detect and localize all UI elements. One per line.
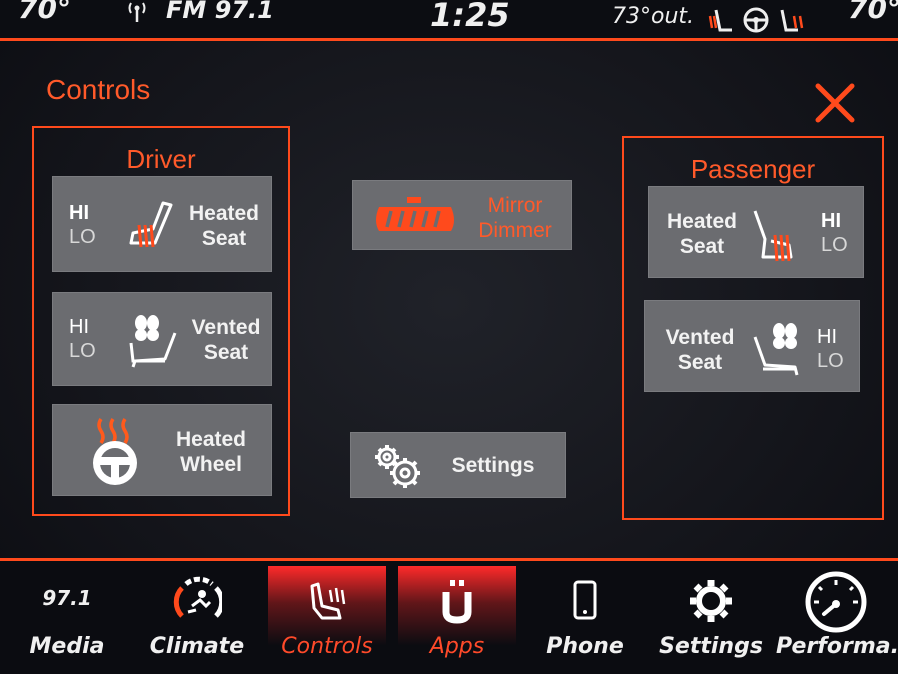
nav-label: Climate	[149, 634, 245, 659]
level-lo: LO	[69, 226, 96, 248]
passenger-title: Passenger	[690, 154, 816, 184]
label-line-2: Seat	[203, 341, 249, 364]
label-line-1: Heated	[175, 428, 247, 451]
nav-apps[interactable]: Apps	[398, 566, 516, 672]
level-lo: LO	[817, 350, 844, 372]
level-lo: LO	[69, 340, 96, 362]
heated-wheel-button[interactable]: Heated Wheel	[52, 404, 272, 496]
page-title: Controls	[46, 74, 151, 105]
driver-title: Driver	[126, 144, 196, 174]
outside-temp: 73°out.	[612, 4, 695, 29]
gear-icon	[690, 580, 732, 622]
label-line-2: Wheel	[180, 453, 242, 476]
vented-seat-icon	[129, 315, 177, 368]
label-line-2: Seat	[679, 235, 725, 258]
label-line-1: Mirror	[487, 194, 543, 217]
driver-temp-readout[interactable]: 70°	[18, 0, 71, 25]
gauge-icon	[805, 571, 867, 633]
controls-settings-button[interactable]: Settings	[350, 432, 566, 498]
heated-seat-icon	[129, 201, 173, 248]
nav-climate[interactable]: Climate	[138, 566, 256, 672]
close-icon[interactable]	[814, 82, 856, 124]
heated-seat-status-icon	[708, 9, 732, 32]
label-line-1: Vented	[665, 326, 735, 349]
passenger-vented-seat-button[interactable]: Vented Seat HI LO	[644, 300, 860, 392]
mirror-dimmer-button[interactable]: Mirror Dimmer	[352, 180, 572, 250]
clock: 1:25	[430, 0, 510, 34]
label-line-2: Seat	[677, 351, 723, 374]
radio-station: FM 97.1	[166, 0, 274, 24]
label-line-2: Dimmer	[478, 219, 552, 242]
label-line-1: Vented	[191, 316, 261, 339]
nav-label: Controls	[281, 634, 373, 659]
nav-divider	[0, 558, 898, 561]
passenger-heated-seat-status-icon	[780, 9, 804, 32]
nav-label: Media	[29, 634, 105, 659]
status-divider	[0, 38, 898, 41]
mirror-dimmer-icon	[376, 197, 454, 231]
nav-settings[interactable]: Settings	[652, 566, 770, 672]
passenger-temp-readout[interactable]: 70°	[848, 0, 898, 25]
seat-controls-icon	[310, 582, 346, 620]
heated-wheel-icon	[93, 418, 137, 485]
level-hi: HI	[69, 316, 89, 338]
climate-icon	[173, 576, 222, 618]
controls-screen: 70° FM 97.1 1:25 73°out. 70° Controls Dr…	[0, 0, 898, 674]
heated-seat-icon	[753, 210, 793, 262]
phone-icon	[573, 580, 597, 620]
radio-signal-icon	[128, 2, 146, 22]
vented-seat-icon	[753, 323, 799, 376]
label-line-1: Heated	[666, 210, 738, 233]
level-hi: HI	[817, 326, 837, 348]
level-hi: HI	[69, 202, 89, 224]
label-line-2: Seat	[201, 227, 247, 250]
nav-label: Performa..	[776, 634, 898, 659]
nav-label: Phone	[546, 634, 624, 659]
nav-performance[interactable]: Performa..	[776, 566, 898, 672]
passenger-heated-seat-button[interactable]: Heated Seat HI LO	[648, 186, 864, 278]
status-bar: 70° FM 97.1 1:25 73°out. 70°	[0, 0, 898, 40]
nav-controls[interactable]: Controls	[268, 566, 386, 672]
gear-icon	[375, 445, 420, 488]
heated-wheel-status-icon	[743, 7, 769, 33]
driver-vented-seat-button[interactable]: HI LO Vented Seat	[52, 292, 272, 386]
nav-label: Apps	[429, 634, 485, 659]
label-line-1: Heated	[188, 202, 260, 225]
nav-phone[interactable]: Phone	[526, 566, 644, 672]
level-lo: LO	[821, 234, 848, 256]
driver-heated-seat-button[interactable]: HI LO Heated Seat	[52, 176, 272, 272]
settings-label: Settings	[451, 454, 535, 477]
passenger-panel: Passenger Heated Seat HI LO Vented Seat	[622, 136, 884, 520]
seat-wheel-status-icons	[708, 7, 804, 33]
level-hi: HI	[821, 210, 841, 232]
media-frequency: 97.1	[42, 586, 92, 610]
apps-icon	[442, 580, 472, 624]
nav-media[interactable]: 97.1 Media	[8, 566, 126, 672]
driver-panel: Driver HI LO Heated Seat HI LO Vented Se…	[32, 126, 290, 516]
nav-label: Settings	[659, 634, 763, 659]
